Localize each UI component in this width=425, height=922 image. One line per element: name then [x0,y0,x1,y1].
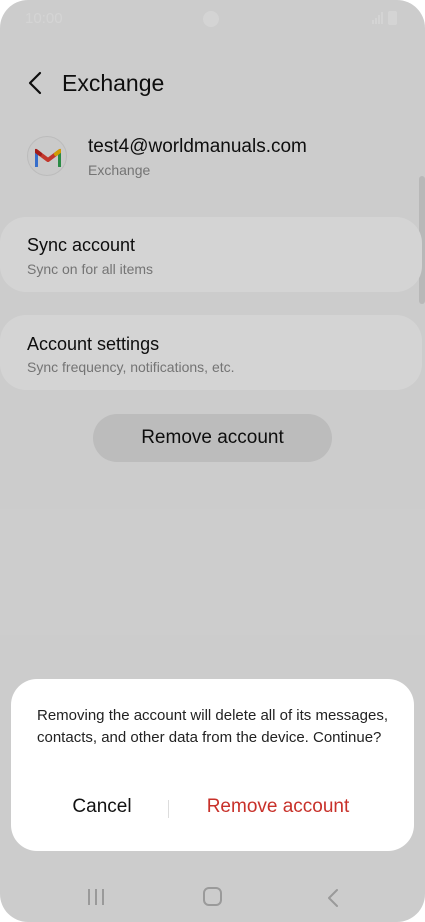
back-icon[interactable] [325,887,341,909]
recent-apps-icon[interactable] [86,887,106,907]
dialog-divider [168,800,169,818]
home-icon[interactable] [203,887,222,906]
screen: 10:00 Exchange test4@worldmanuals.com Ex… [0,0,425,922]
cancel-button[interactable]: Cancel [37,796,167,818]
dialog-message: Removing the account will delete all of … [37,707,389,746]
remove-account-dialog: Removing the account will delete all of … [11,679,414,851]
navigation-bar [0,872,425,922]
confirm-remove-button[interactable]: Remove account [193,796,363,818]
